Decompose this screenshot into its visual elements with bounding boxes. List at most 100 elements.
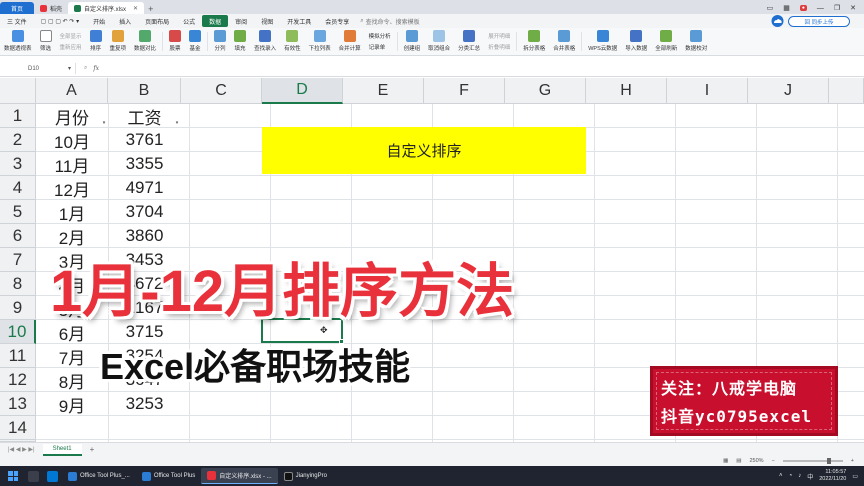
menu-home[interactable]: 开始 <box>86 15 112 27</box>
cell-month[interactable]: 11月 <box>36 152 108 176</box>
new-tab-button[interactable]: + <box>144 4 157 14</box>
cell-salary[interactable]: 4971 <box>108 176 181 200</box>
zoom-out-icon[interactable]: − <box>772 458 775 464</box>
split-columns-button[interactable]: 分列 <box>210 28 230 55</box>
formula-input[interactable] <box>107 63 864 74</box>
volume-icon[interactable]: ♪ <box>798 473 801 479</box>
row-header-8[interactable]: 8 <box>0 272 36 296</box>
row-header-9[interactable]: 9 <box>0 296 36 320</box>
zoom-in-icon[interactable]: + <box>851 458 854 464</box>
taskbar-app-jianying[interactable]: JianyingPro <box>278 468 333 484</box>
split-table-button[interactable]: 拆分表格 <box>519 28 549 55</box>
row-header-2[interactable]: 2 <box>0 128 36 152</box>
taskbar-app-wps-spreadsheet[interactable]: 自定义排序.xlsx - ... <box>201 468 278 484</box>
zoom-slider-knob[interactable] <box>826 458 831 464</box>
grid-icon[interactable]: ▦ <box>783 4 790 12</box>
sheet-tab-sheet1[interactable]: Sheet1 <box>42 443 82 456</box>
menu-formulas[interactable]: 公式 <box>176 15 202 27</box>
compare-button[interactable]: 数据对比 <box>130 28 160 55</box>
row-header-12[interactable]: 12 <box>0 368 36 392</box>
merge-calc-button[interactable]: 合并计算 <box>335 28 365 55</box>
taskbar-app-office-tool-plus-2[interactable]: Office Tool Plus <box>136 468 201 484</box>
function-icon[interactable]: fx <box>93 65 99 72</box>
column-header-d[interactable]: D <box>262 78 343 104</box>
menu-quick-icons[interactable]: ▢ ▢ ▢ ↶ ↷ ▾ <box>34 15 86 27</box>
row-header-3[interactable]: 3 <box>0 152 36 176</box>
dropdown-list-button[interactable]: 下拉列表 <box>305 28 335 55</box>
validity-button[interactable]: 有效性 <box>280 28 305 55</box>
column-header-f[interactable]: F <box>424 78 505 104</box>
browser-icon[interactable] <box>47 470 58 482</box>
expand-detail-button[interactable]: 展开明细 <box>488 32 510 40</box>
menu-insert[interactable]: 插入 <box>112 15 138 27</box>
ungroup-button[interactable]: 取消组合 <box>424 28 454 55</box>
row-header-7[interactable]: 7 <box>0 248 36 272</box>
notification-icon[interactable]: ● <box>799 5 807 11</box>
input-method-icon[interactable]: 中 <box>807 472 813 481</box>
clock[interactable]: 11:05:57 2022/11/20 <box>819 469 846 483</box>
view-normal-icon[interactable]: ▦ <box>723 458 728 464</box>
column-header-g[interactable]: G <box>505 78 586 104</box>
cell-salary[interactable]: 3253 <box>108 392 181 416</box>
cell-a1[interactable]: 月份 <box>36 104 108 128</box>
show-all-button[interactable]: 全部显示 <box>60 32 82 40</box>
wps-cloud-data-button[interactable]: WPS云数据 <box>584 28 621 55</box>
filter-dropdown-icon[interactable]: ▾ <box>174 120 180 126</box>
close-tab-icon[interactable]: ✕ <box>133 5 138 12</box>
row-header-1[interactable]: 1 <box>0 104 36 128</box>
row-header-14[interactable]: 14 <box>0 416 36 440</box>
windows-start-icon[interactable] <box>8 471 18 481</box>
row-header-5[interactable]: 5 <box>0 200 36 224</box>
cell-salary[interactable]: 3704 <box>108 200 181 224</box>
tab-docer[interactable]: 稻壳 <box>34 2 68 14</box>
duplicates-button[interactable]: 重复项 <box>106 28 131 55</box>
sort-button[interactable]: 排序 <box>86 28 106 55</box>
zoom-icon[interactable]: ⌕ <box>84 65 87 72</box>
subtotal-button[interactable]: 分类汇总 <box>454 28 484 55</box>
record-button[interactable]: 记录单 <box>369 43 391 51</box>
menu-view[interactable]: 视图 <box>254 15 280 27</box>
row-header-4[interactable]: 4 <box>0 176 36 200</box>
tab-home[interactable]: 首页 <box>0 2 34 14</box>
layout-icon[interactable]: ▭ <box>767 4 774 12</box>
lookup-input-button[interactable]: 查找录入 <box>250 28 280 55</box>
view-page-icon[interactable]: ▤ <box>736 458 741 464</box>
refresh-all-button[interactable]: 全部刷新 <box>651 28 681 55</box>
create-group-button[interactable]: 创建组 <box>400 28 425 55</box>
data-verify-button[interactable]: 数据校对 <box>681 28 711 55</box>
pivot-table-button[interactable]: 数据透视表 <box>0 28 36 55</box>
cell-month[interactable]: 8月 <box>36 368 108 392</box>
fund-button[interactable]: 基金 <box>185 28 205 55</box>
zoom-level[interactable]: 250% <box>749 458 763 464</box>
menu-file[interactable]: 三 文件 <box>0 15 34 27</box>
cloud-sync-icon[interactable] <box>771 15 784 27</box>
collapse-detail-button[interactable]: 折叠明细 <box>488 43 510 51</box>
column-header-h[interactable]: H <box>586 78 667 104</box>
menu-data[interactable]: 数据 <box>202 15 229 27</box>
column-header-b[interactable]: B <box>108 78 181 104</box>
row-header-10[interactable]: 10 <box>0 320 36 344</box>
task-view-icon[interactable] <box>28 470 39 482</box>
command-search[interactable]: ⌕ 查找命令、搜索模板 <box>360 17 419 26</box>
network-icon[interactable]: ◔ <box>789 473 793 479</box>
taskbar-app-office-tool-plus-1[interactable]: Office Tool Plus_... <box>62 468 136 484</box>
merge-table-button[interactable]: 合并表格 <box>549 28 579 55</box>
menu-developer[interactable]: 开发工具 <box>280 15 318 27</box>
sheet-nav-arrows[interactable]: |◀ ◀ ▶ ▶| <box>0 446 43 453</box>
custom-sort-merged-cell[interactable]: 自定义排序 <box>262 127 586 174</box>
menu-page-layout[interactable]: 页面布局 <box>138 15 176 27</box>
simulate-button[interactable]: 模拟分析 <box>369 32 391 40</box>
cell-b1[interactable]: 工资 <box>108 104 181 128</box>
stock-button[interactable]: 股票 <box>165 28 185 55</box>
cell-month[interactable]: 1月 <box>36 200 108 224</box>
select-all-corner[interactable] <box>0 78 36 104</box>
row-header-6[interactable]: 6 <box>0 224 36 248</box>
filter-dropdown-icon[interactable]: ▾ <box>101 120 107 126</box>
menu-member[interactable]: 会员专享 <box>318 15 356 27</box>
cell-month[interactable]: 10月 <box>36 128 108 152</box>
filter-button[interactable]: 筛选 <box>36 28 56 55</box>
notifications-icon[interactable]: ▭ <box>852 473 858 480</box>
cell-salary[interactable]: 3761 <box>108 128 181 152</box>
reapply-button[interactable]: 重新应用 <box>60 43 82 51</box>
close-window-icon[interactable]: ✕ <box>850 4 856 12</box>
